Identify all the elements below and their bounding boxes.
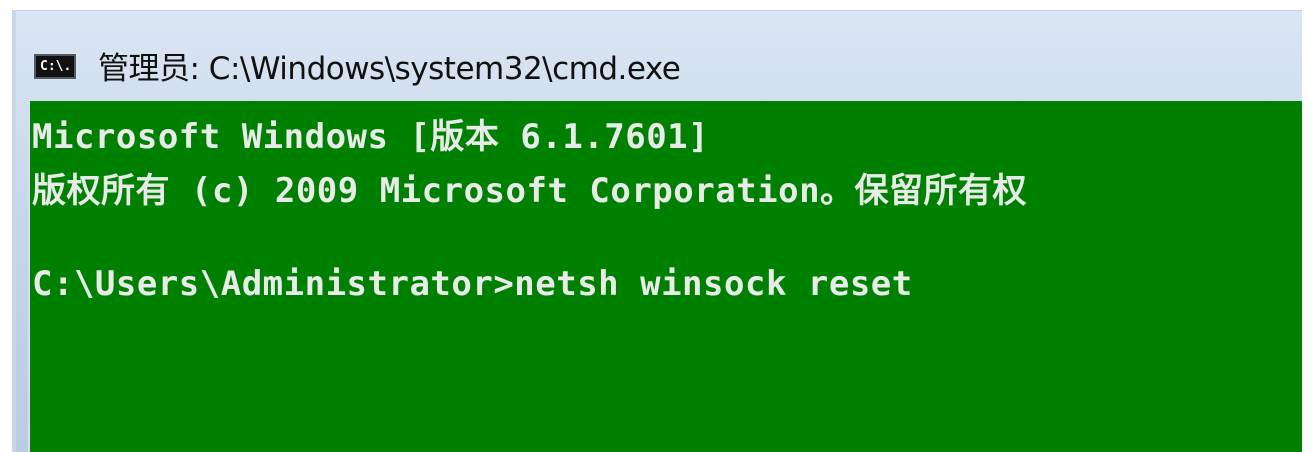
cmd-icon[interactable]: C:\. — [34, 54, 76, 79]
console-line: 版权所有 (c) 2009 Microsoft Corporation。保留所有… — [32, 171, 1028, 211]
cmd-window: C:\. 管理员: C:\Windows\system32\cmd.exe Mi… — [12, 10, 1302, 452]
console-prompt-line: C:\Users\Administrator>netsh winsock res… — [32, 264, 913, 304]
window-title: 管理员: C:\Windows\system32\cmd.exe — [98, 51, 681, 87]
console-line: Microsoft Windows [版本 6.1.7601] — [32, 117, 710, 157]
console-area[interactable]: Microsoft Windows [版本 6.1.7601] 版权所有 (c)… — [28, 101, 1302, 452]
title-bar[interactable]: C:\. 管理员: C:\Windows\system32\cmd.exe — [16, 11, 1302, 99]
